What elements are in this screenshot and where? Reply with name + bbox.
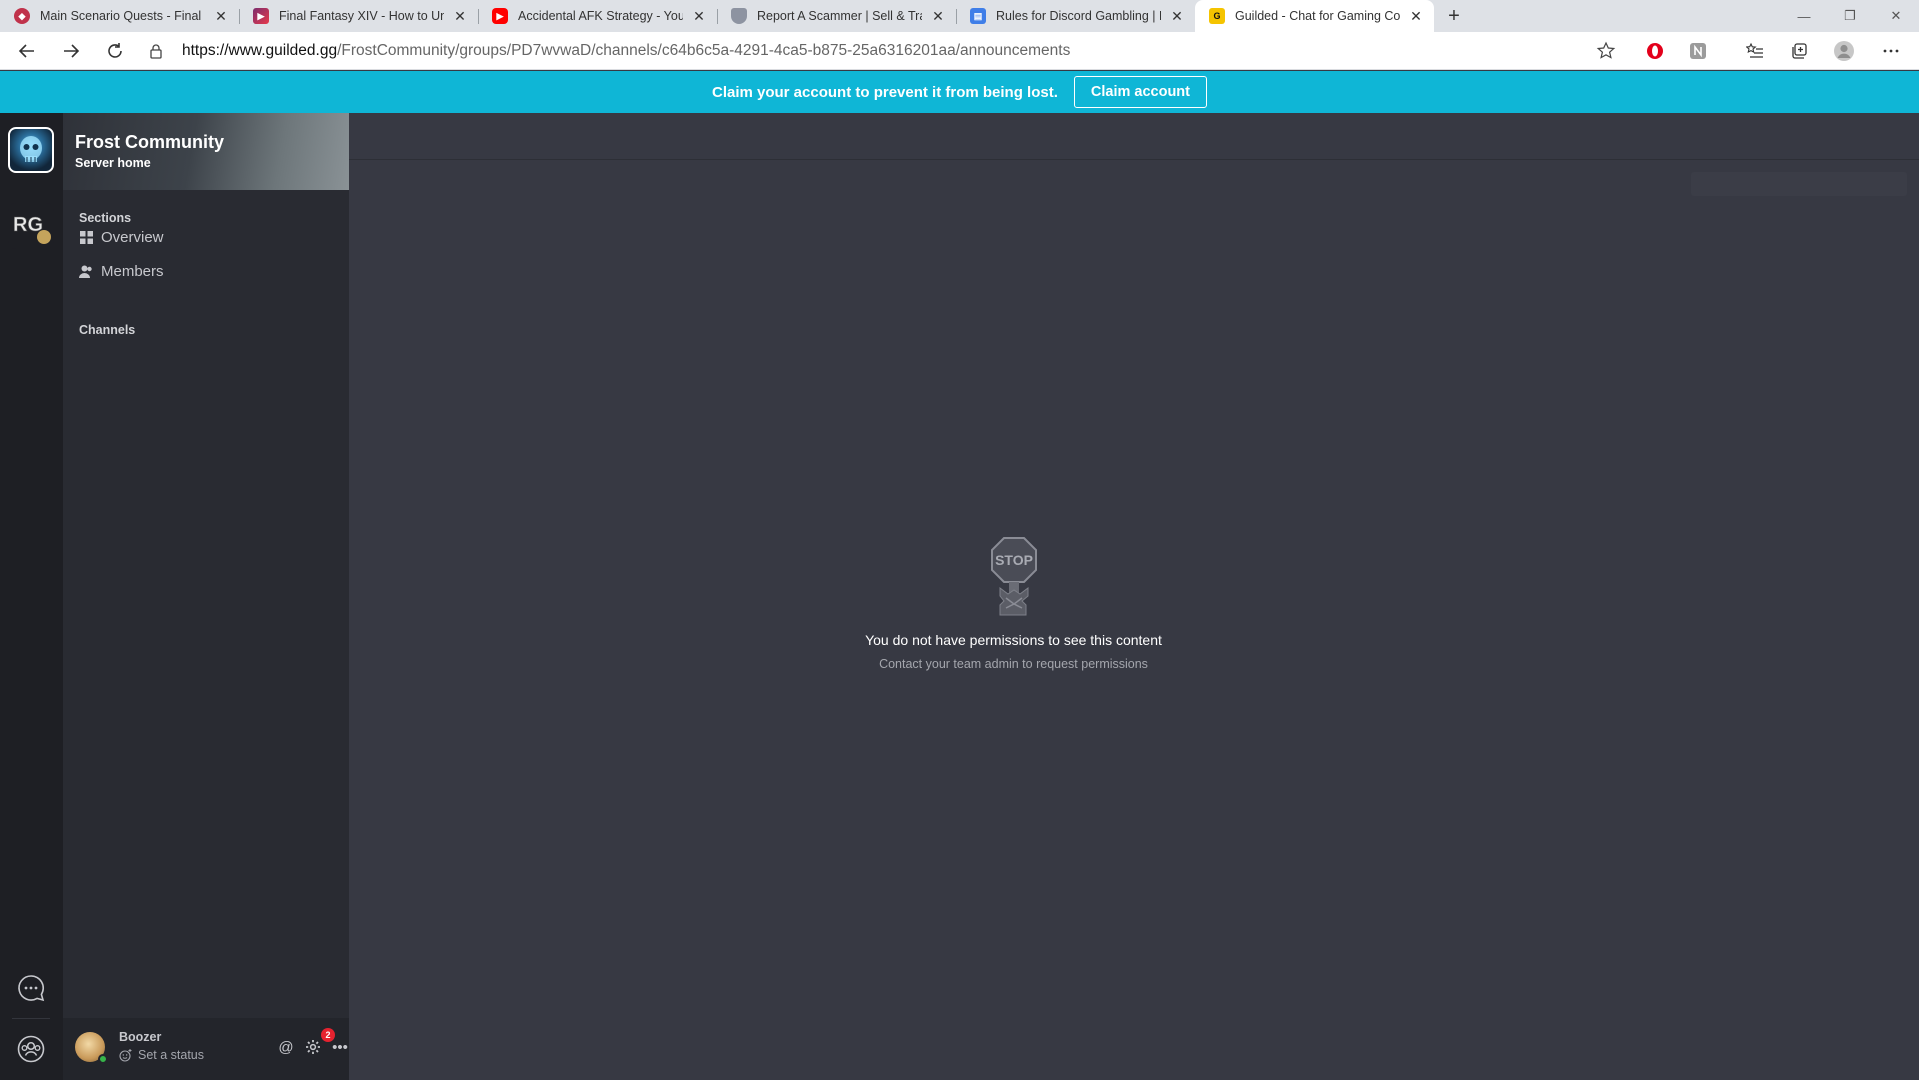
grid-icon bbox=[79, 230, 93, 244]
stop-sign-icon: STOP bbox=[984, 536, 1044, 616]
tab-title: Final Fantasy XIV - How to Unloc bbox=[279, 9, 444, 23]
tab-title: Rules for Discord Gambling | Fro bbox=[996, 9, 1161, 23]
friends-icon bbox=[17, 1035, 45, 1063]
banner-text: Claim your account to prevent it from be… bbox=[712, 83, 1058, 101]
main-content: STOP You do not have permissions to see … bbox=[349, 113, 1919, 1080]
sidebar-item-members[interactable]: Members bbox=[79, 257, 335, 285]
collections-icon[interactable] bbox=[1787, 39, 1811, 63]
close-tab-icon[interactable]: ✕ bbox=[930, 8, 946, 24]
google-docs-favicon-icon: ▤ bbox=[970, 8, 986, 24]
notification-badge: 2 bbox=[321, 1028, 335, 1042]
sidebar-item-label: Overview bbox=[101, 228, 164, 246]
favorite-star-icon[interactable] bbox=[1596, 41, 1616, 61]
lock-icon[interactable] bbox=[146, 41, 166, 61]
browser-tab[interactable]: ▤ Rules for Discord Gambling | Fro ✕ bbox=[956, 0, 1195, 32]
close-tab-icon[interactable]: ✕ bbox=[1169, 8, 1185, 24]
ellipsis-icon: ••• bbox=[332, 1038, 348, 1056]
server-home-link[interactable]: Server home bbox=[75, 156, 151, 170]
tab-title: Guilded - Chat for Gaming Comm bbox=[1235, 9, 1400, 23]
browser-tab[interactable]: Report A Scammer | Sell & Trade ✕ bbox=[717, 0, 956, 32]
close-window-icon[interactable]: ✕ bbox=[1873, 0, 1919, 32]
claim-account-button[interactable]: Claim account bbox=[1073, 76, 1207, 108]
set-status-button[interactable]: Set a status bbox=[119, 1048, 204, 1062]
mentions-button[interactable]: @ bbox=[275, 1036, 297, 1058]
tab-title: Accidental AFK Strategy - YouTu bbox=[518, 9, 683, 23]
browser-tab[interactable]: ◆ Main Scenario Quests - Final Fan ✕ bbox=[0, 0, 239, 32]
status-text: Set a status bbox=[138, 1048, 205, 1062]
permission-title: You do not have permissions to see this … bbox=[865, 632, 1162, 648]
browser-tab-active[interactable]: G Guilded - Chat for Gaming Comm ✕ bbox=[1195, 0, 1434, 32]
at-sign-icon: @ bbox=[278, 1038, 294, 1056]
restore-icon[interactable]: ❐ bbox=[1827, 0, 1873, 32]
address-bar[interactable]: https://www.guilded.gg/FrostCommunity/gr… bbox=[146, 32, 1616, 70]
browser-tab[interactable]: ▶ Final Fantasy XIV - How to Unloc ✕ bbox=[239, 0, 478, 32]
back-button[interactable] bbox=[5, 32, 49, 70]
members-icon bbox=[79, 264, 93, 278]
tab-title: Report A Scammer | Sell & Trade bbox=[757, 9, 922, 23]
profile-icon[interactable] bbox=[1832, 39, 1856, 63]
forward-arrow-icon bbox=[64, 43, 80, 58]
frost-skull-icon bbox=[20, 136, 42, 162]
url-host: https://www.guilded.gg bbox=[182, 42, 338, 59]
video-site-favicon-icon: ▶ bbox=[253, 8, 269, 24]
gear-icon bbox=[306, 1040, 320, 1054]
server-logo-icon: RG bbox=[13, 214, 51, 244]
channels-heading: Channels bbox=[79, 323, 136, 337]
channel-sidebar: Frost Community Server home Sections Ove… bbox=[63, 113, 349, 1080]
user-bar: Boozer Set a status @ ••• 2 bbox=[63, 1018, 349, 1080]
server-name: Frost Community bbox=[75, 132, 225, 152]
guilded-favicon-icon: G bbox=[1209, 8, 1225, 24]
friends-button[interactable] bbox=[12, 1030, 50, 1068]
close-tab-icon[interactable]: ✕ bbox=[213, 8, 229, 24]
search-placeholder-box bbox=[1691, 172, 1907, 196]
claim-account-banner: Claim your account to prevent it from be… bbox=[0, 71, 1919, 113]
settings-button[interactable] bbox=[302, 1036, 324, 1058]
direct-messages-button[interactable] bbox=[12, 969, 50, 1007]
server-header[interactable]: Frost Community Server home bbox=[63, 113, 349, 190]
browser-tab[interactable]: ▶ Accidental AFK Strategy - YouTu ✕ bbox=[478, 0, 717, 32]
url-text[interactable]: https://www.guilded.gg/FrostCommunity/gr… bbox=[182, 42, 1070, 60]
svg-text:STOP: STOP bbox=[995, 552, 1033, 568]
smiley-add-icon bbox=[119, 1048, 132, 1062]
browser-toolbar: https://www.guilded.gg/FrostCommunity/gr… bbox=[0, 32, 1919, 70]
server-icon-secondary[interactable]: RG bbox=[8, 203, 54, 249]
no-permission-message: STOP You do not have permissions to see … bbox=[349, 536, 1678, 671]
url-path: /FrostCommunity/groups/PD7wvwaD/channels… bbox=[337, 42, 1071, 59]
reload-button[interactable] bbox=[93, 32, 137, 70]
close-tab-icon[interactable]: ✕ bbox=[691, 8, 707, 24]
favorites-list-icon[interactable] bbox=[1743, 39, 1767, 63]
new-tab-button[interactable]: + bbox=[1440, 0, 1468, 32]
minimize-icon[interactable]: — bbox=[1781, 0, 1827, 32]
more-menu-icon[interactable] bbox=[1879, 39, 1903, 63]
forward-button[interactable] bbox=[49, 32, 93, 70]
sidebar-item-overview[interactable]: Overview bbox=[79, 223, 335, 251]
sidebar-item-label: Members bbox=[101, 262, 164, 280]
tab-title: Main Scenario Quests - Final Fan bbox=[40, 9, 205, 23]
close-tab-icon[interactable]: ✕ bbox=[1408, 8, 1424, 24]
browser-tab-strip: ◆ Main Scenario Quests - Final Fan ✕ ▶ F… bbox=[0, 0, 1919, 32]
server-icon-frost-community[interactable] bbox=[8, 127, 54, 173]
window-controls: — ❐ ✕ bbox=[1781, 0, 1919, 32]
close-tab-icon[interactable]: ✕ bbox=[452, 8, 468, 24]
back-arrow-icon bbox=[18, 43, 34, 58]
channel-header bbox=[349, 113, 1919, 160]
chat-bubble-icon bbox=[18, 975, 45, 1002]
ff-wiki-favicon-icon: ◆ bbox=[14, 8, 30, 24]
rail-divider bbox=[12, 1018, 50, 1019]
username: Boozer bbox=[119, 1030, 162, 1044]
extension-icon[interactable] bbox=[1686, 39, 1710, 63]
permission-subtitle: Contact your team admin to request permi… bbox=[879, 657, 1148, 671]
youtube-favicon-icon: ▶ bbox=[492, 8, 508, 24]
reload-icon bbox=[108, 42, 122, 58]
online-status-dot bbox=[98, 1054, 108, 1064]
shield-favicon-icon bbox=[731, 8, 747, 24]
server-rail: RG bbox=[0, 113, 63, 1080]
opera-extension-icon[interactable] bbox=[1643, 39, 1667, 63]
